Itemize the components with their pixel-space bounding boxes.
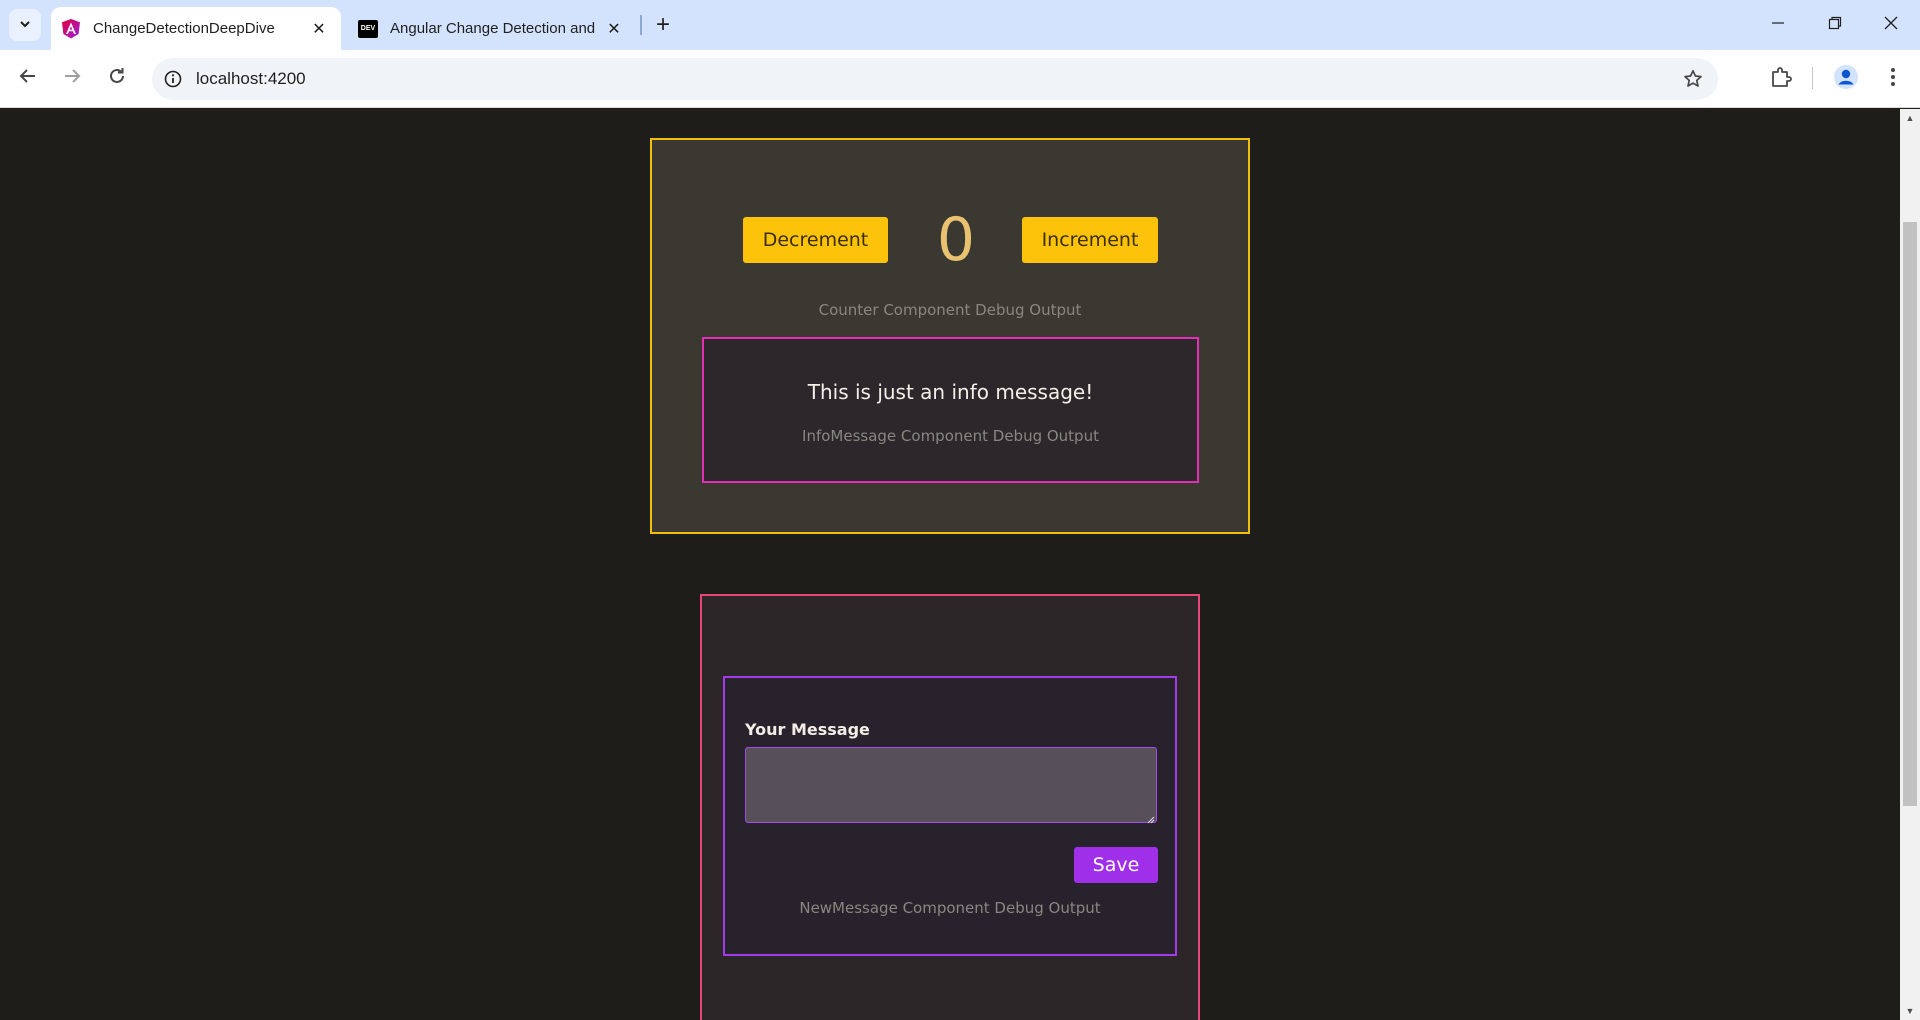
reload-icon <box>108 67 126 91</box>
counter-debug-output: Counter Component Debug Output <box>818 301 1082 319</box>
tab-divider <box>640 15 642 35</box>
tab-title: ChangeDetectionDeepDive <box>93 20 275 37</box>
forward-button[interactable] <box>56 63 88 95</box>
new-message-component: Your Message Save NewMessage Component D… <box>723 676 1177 956</box>
info-message-component: This is just an info message! InfoMessag… <box>702 337 1199 483</box>
more-vert-icon <box>1890 67 1896 92</box>
plus-icon: + <box>655 11 670 38</box>
message-field-label: Your Message <box>745 720 870 739</box>
decrement-button[interactable]: Decrement <box>743 217 888 263</box>
close-icon <box>1884 16 1898 35</box>
arrow-right-icon <box>63 67 81 91</box>
avatar-icon <box>1833 64 1859 95</box>
info-message-debug-output: InfoMessage Component Debug Output <box>802 427 1099 445</box>
dev-logo-icon: DEV <box>358 19 378 39</box>
restore-icon <box>1828 16 1842 35</box>
increment-button[interactable]: Increment <box>1022 217 1158 263</box>
minimize-icon <box>1771 16 1785 35</box>
scrollbar-thumb[interactable] <box>1903 222 1917 806</box>
resize-grip-icon[interactable] <box>1145 811 1155 824</box>
counter-value: 0 <box>936 205 976 275</box>
messages-component: Your Message Save NewMessage Component D… <box>700 594 1200 1020</box>
new-tab-button[interactable]: + <box>648 10 678 40</box>
extensions-button[interactable] <box>1765 63 1797 95</box>
profile-button[interactable] <box>1830 63 1862 95</box>
chevron-down-icon <box>18 17 32 34</box>
url-text[interactable]: localhost:4200 <box>196 69 306 89</box>
tab-angular-change-detection[interactable]: DEV Angular Change Detection and ✕ <box>348 7 636 50</box>
page-scrollbar[interactable]: ▲ ▼ <box>1900 109 1920 1020</box>
info-message-text: This is just an info message! <box>807 380 1094 404</box>
reload-button[interactable] <box>101 63 133 95</box>
close-window-button[interactable] <box>1862 0 1920 50</box>
message-textarea[interactable] <box>745 747 1157 823</box>
tab-strip: ChangeDetectionDeepDive ✕ DEV Angular Ch… <box>0 0 1920 50</box>
page-viewport: Decrement 0 Increment Counter Component … <box>0 109 1900 1020</box>
counter-component: Decrement 0 Increment Counter Component … <box>650 138 1250 534</box>
bookmark-star-icon[interactable] <box>1680 66 1706 92</box>
scroll-down-arrow-icon[interactable]: ▼ <box>1900 1004 1920 1018</box>
minimize-button[interactable] <box>1749 0 1807 50</box>
scroll-up-arrow-icon[interactable]: ▲ <box>1900 111 1920 125</box>
counter-controls: Decrement 0 Increment <box>652 205 1248 275</box>
save-button[interactable]: Save <box>1074 847 1158 883</box>
new-message-debug-output: NewMessage Component Debug Output <box>799 899 1101 917</box>
browser-toolbar: localhost:4200 <box>0 50 1920 108</box>
menu-button[interactable] <box>1877 63 1909 95</box>
puzzle-icon <box>1770 66 1792 93</box>
site-info-icon[interactable] <box>162 68 184 90</box>
tab-title: Angular Change Detection and <box>390 20 596 37</box>
restore-button[interactable] <box>1806 0 1864 50</box>
toolbar-divider <box>1812 67 1813 89</box>
close-tab-icon[interactable]: ✕ <box>600 15 628 43</box>
tab-changedetection[interactable]: ChangeDetectionDeepDive ✕ <box>51 7 341 50</box>
angular-logo-icon <box>61 18 81 39</box>
close-tab-icon[interactable]: ✕ <box>305 15 333 43</box>
tab-search-button[interactable] <box>9 9 41 41</box>
arrow-left-icon <box>19 67 37 91</box>
back-button[interactable] <box>12 63 44 95</box>
address-bar[interactable]: localhost:4200 <box>152 58 1718 100</box>
